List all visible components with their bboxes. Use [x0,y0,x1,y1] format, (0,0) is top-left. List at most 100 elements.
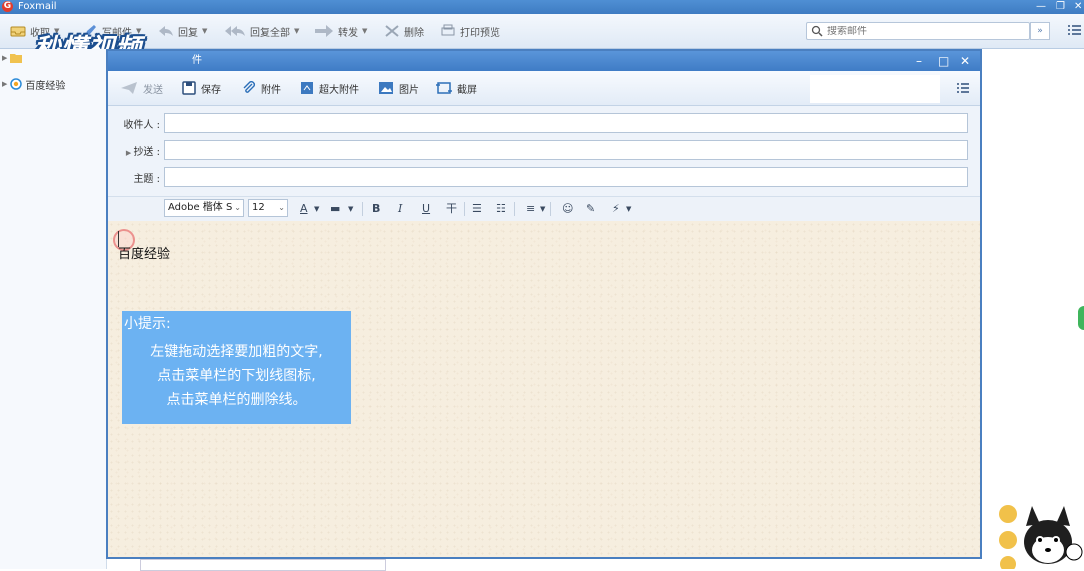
magic-wand-icon[interactable]: ⚡ [612,201,620,217]
search-icon [811,25,823,37]
chevron-down-icon[interactable]: ▼ [540,201,545,217]
restore-icon[interactable]: ❐ [1056,0,1065,14]
tip-title: 小提示: [124,316,171,332]
strikethrough-button[interactable]: 干 [446,201,457,217]
reply-all-icon [225,26,245,36]
reply-label: 回复 [178,27,198,39]
big-attach-button[interactable]: 超大附件 [300,80,359,96]
underline-button[interactable]: U [422,201,430,217]
delete-x-icon [385,25,399,37]
paperclip-icon [243,81,255,93]
chevron-down-icon[interactable]: ▼ [626,201,631,217]
bullet-list-icon[interactable]: ☰ [472,201,482,217]
expand-arrow-icon[interactable]: ▶ [2,80,7,88]
print-preview-button[interactable]: 打印预览 [440,22,500,40]
forward-button[interactable]: 转发 ▼ [314,22,367,40]
emoji-icon[interactable]: ☺ [562,201,573,217]
print-preview-label: 打印预览 [460,27,500,39]
image-button[interactable]: 图片 [378,80,419,96]
compose-menu-icon[interactable] [956,82,970,94]
message-body-editor[interactable]: 百度经验 小提示: 左键拖动选择要加粗的文字, 点击菜单栏的下划线图标, 点击菜… [108,221,980,557]
delete-label: 删除 [404,27,424,39]
font-size-select[interactable]: 12 ⌄ [248,199,288,217]
forward-label: 转发 [338,27,358,39]
forward-arrow-icon [315,25,333,37]
screenshot-label: 截屏 [457,84,477,96]
image-label: 图片 [399,84,419,96]
to-field[interactable] [164,113,968,133]
main-menu-icon[interactable] [1066,22,1082,38]
close-icon[interactable]: ✕ [1074,0,1082,14]
reply-all-button[interactable]: 回复全部 ▼ [224,22,299,40]
save-button[interactable]: 保存 [182,80,221,96]
body-text[interactable]: 百度经验 [118,243,170,262]
chevron-down-icon: ⌄ [278,203,285,212]
send-button[interactable]: 发送 [120,80,163,96]
account-icon [10,78,23,90]
search-options-chevron-icon[interactable]: » [1030,22,1050,40]
maximize-icon[interactable]: □ [938,51,949,71]
chevron-down-icon[interactable]: ▼ [348,201,353,217]
reply-all-label: 回复全部 [250,27,290,39]
send-label: 发送 [143,84,163,96]
compose-title: 件 [192,55,202,66]
delete-button[interactable]: 删除 [384,22,424,40]
reply-button[interactable]: 回复 ▼ [158,22,207,40]
italic-button[interactable]: I [398,201,402,217]
highlight-color-icon[interactable]: ▬ [330,201,340,217]
separator [464,202,465,216]
foxmail-logo-icon: G [2,1,13,12]
big-attach-label: 超大附件 [319,84,359,96]
separator [550,202,551,216]
chevron-down-icon[interactable]: ▼ [314,201,319,217]
bold-button[interactable]: B [372,201,380,217]
attach-button[interactable]: 附件 [242,80,281,96]
screenshot-crop-icon [436,82,452,94]
chevron-down-icon[interactable]: ▼ [294,27,299,35]
cc-field[interactable] [164,140,968,160]
numbered-list-icon[interactable]: ☷ [496,201,506,217]
to-label: 收件人 : [123,120,160,131]
minimize-icon[interactable]: – [916,51,922,71]
printer-icon [441,24,455,36]
chevron-down-icon: ⌄ [234,203,241,212]
send-plane-icon [121,82,137,94]
close-icon[interactable]: ✕ [960,51,970,71]
font-size-value: 12 [252,202,265,213]
font-color-icon[interactable]: A [300,201,308,217]
font-family-value: Adobe 楷体 S [168,202,233,213]
subject-field[interactable] [164,167,968,187]
chevron-down-icon[interactable]: ▼ [202,27,207,35]
to-input[interactable] [165,114,967,132]
tip-box: 小提示: 左键拖动选择要加粗的文字, 点击菜单栏的下划线图标, 点击菜单栏的删除… [122,311,351,424]
minimize-icon[interactable]: — [1036,0,1046,14]
search-input[interactable] [827,25,1017,37]
background-list-strip [140,559,386,571]
save-disk-icon [182,81,196,95]
compose-titlebar: 件 – □ ✕ [108,51,980,71]
cc-label[interactable]: ▶ 抄送 : [126,143,160,158]
search-box[interactable] [806,22,1030,40]
folder-icon [10,54,23,63]
floating-side-button[interactable] [1078,306,1084,330]
tip-line: 左键拖动选择要加粗的文字, [150,344,323,360]
sidebar-item-label: 百度经验 [25,80,66,92]
to-row: 收件人 : [108,113,980,135]
screenshot-button[interactable]: 截屏 [436,80,477,96]
sidebar-item-baidu[interactable]: ▶ 百度经验 [2,77,66,92]
sidebar-folder-collapsed[interactable]: ▶ [2,51,23,65]
cc-input[interactable] [165,141,967,159]
font-family-select[interactable]: Adobe 楷体 S ⌄ [164,199,244,217]
mascot-dog-icon [999,505,1083,569]
compose-toolbar: 发送 保存 附件 超大附件 图片 截屏 [108,71,980,106]
chevron-down-icon[interactable]: ▼ [362,27,367,35]
toolbar-blank-area [810,75,940,103]
compose-window: 件 – □ ✕ 发送 保存 附件 超大附件 图片 截屏 收件人: ▶ 抄送:… [106,49,982,559]
signature-icon[interactable]: ✎ [586,201,595,217]
save-label: 保存 [201,84,221,96]
expand-arrow-icon[interactable]: ▶ [2,54,7,62]
app-title: Foxmail [18,1,57,12]
align-icon[interactable]: ≡ [526,201,535,217]
subject-input[interactable] [165,168,967,186]
cc-label-text: 抄送 : [133,147,160,158]
